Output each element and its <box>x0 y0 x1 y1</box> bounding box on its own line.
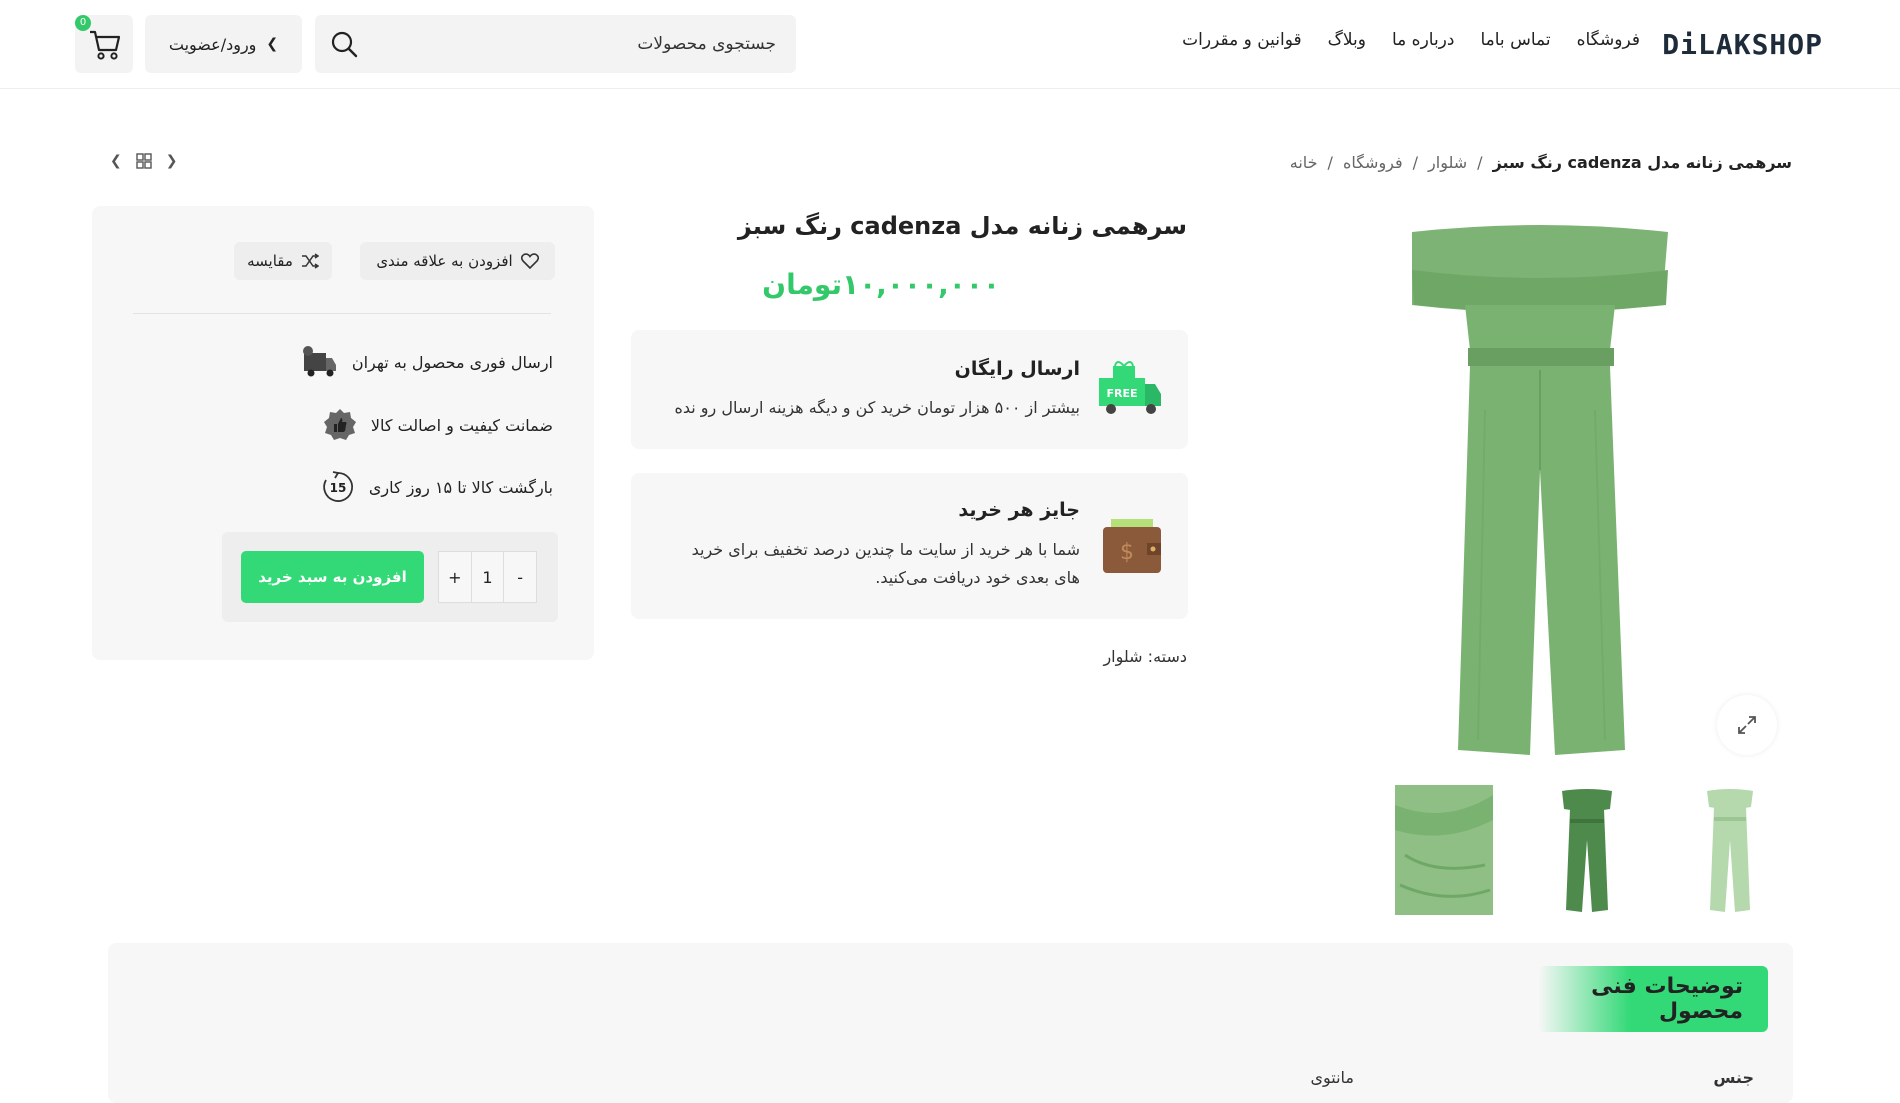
feature-label: ضمانت کیفیت و اصالت کالا <box>370 415 553 435</box>
wishlist-button[interactable]: افزودن به علاقه مندی <box>360 242 555 280</box>
quantity-plus-button[interactable]: + <box>439 552 471 602</box>
breadcrumb-separator: / <box>1412 153 1419 172</box>
purchase-reward-box: $ جایز هر خرید شما با هر خرید از سایت ما… <box>631 473 1188 619</box>
search-input[interactable] <box>396 15 776 73</box>
feature-quality-guarantee: ضمانت کیفیت و اصالت کالا <box>323 408 553 442</box>
chevron-right-icon[interactable]: ❯ <box>166 153 178 169</box>
login-label: ورود/عضویت <box>168 34 257 54</box>
search-box <box>315 15 796 73</box>
purchase-reward-title: جایز هر خرید <box>958 499 1080 521</box>
product-price: ۱۰,۰۰۰,۰۰۰تومان <box>762 268 1000 301</box>
add-to-cart-button[interactable]: افزودن به سبد خرید <box>241 551 424 603</box>
grid-icon[interactable] <box>136 153 152 169</box>
nav-item-shop[interactable]: فروشگاه <box>1577 30 1640 50</box>
spec-row-value: مانتوی <box>1310 1068 1354 1087</box>
purchase-reward-desc-line2: های بعدی خود دریافت می‌کنید. <box>875 568 1080 587</box>
breadcrumb-category[interactable]: شلوار <box>1428 153 1467 172</box>
tab-technical-specs[interactable]: توضیحات فنی محصول <box>1538 966 1768 1032</box>
feature-label: ارسال فوری محصول به تهران <box>351 352 553 372</box>
wishlist-label: افزودن به علاقه مندی <box>376 252 513 270</box>
breadcrumb-home[interactable]: خانه <box>1290 153 1318 172</box>
svg-text:15: 15 <box>330 481 347 495</box>
main-nav: فروشگاه تماس باما درباره ما وبلاگ قوانین… <box>1182 30 1640 50</box>
nav-item-contact[interactable]: تماس باما <box>1480 30 1550 50</box>
compare-button[interactable]: مقایسه <box>234 242 332 280</box>
feature-label: بارگشت کالا تا ۱۵ روز کاری <box>368 477 553 497</box>
thumbnail-fabric[interactable] <box>1395 785 1493 915</box>
search-icon[interactable] <box>330 30 358 58</box>
chevron-left-icon[interactable]: ❮ <box>110 153 122 169</box>
product-title: سرهمی زنانه مدل cadenza رنگ سبز <box>737 212 1187 240</box>
cart-icon <box>90 30 121 60</box>
expand-icon <box>1738 716 1756 734</box>
breadcrumb-current: سرهمی زنانه مدل cadenza رنگ سبز <box>1492 153 1792 172</box>
nav-item-blog[interactable]: وبلاگ <box>1328 30 1366 50</box>
quantity-minus-button[interactable]: - <box>503 552 536 602</box>
product-thumbnails <box>1395 785 1779 915</box>
nav-item-rules[interactable]: قوانین و مقررات <box>1182 30 1301 50</box>
site-logo[interactable]: DiLAKSHOP <box>1662 28 1823 61</box>
quality-badge-icon <box>323 409 356 440</box>
breadcrumb-separator: / <box>1327 153 1333 172</box>
breadcrumb-shop[interactable]: فروشگاه <box>1343 153 1403 172</box>
quantity-stepper: + 1 - <box>438 551 537 603</box>
chevron-left-icon: ❯ <box>266 36 279 52</box>
product-category: دسته: شلوار <box>1103 647 1187 666</box>
wallet-icon: $ <box>1103 519 1161 573</box>
product-navigation: ❮ ❯ <box>110 153 177 169</box>
feature-fast-delivery: ارسال فوری محصول به تهران <box>302 345 553 379</box>
heart-icon <box>520 253 539 269</box>
purchase-reward-desc-line1: شما با هر خرید از سایت ما چندین درصد تخف… <box>691 540 1080 559</box>
nav-item-about[interactable]: درباره ما <box>1392 30 1455 50</box>
category-link[interactable]: شلوار <box>1103 647 1142 666</box>
breadcrumb-separator: / <box>1477 153 1483 172</box>
panel-divider <box>133 313 551 314</box>
zoom-button[interactable] <box>1717 695 1777 755</box>
cart-count-badge: 0 <box>75 15 91 31</box>
thumbnail-dark-green[interactable] <box>1538 785 1636 915</box>
return-15-icon: 15 <box>323 471 353 502</box>
free-shipping-truck-icon: FREE <box>1099 361 1161 414</box>
cart-button[interactable]: 0 <box>75 15 133 73</box>
compare-shuffle-icon <box>301 253 319 269</box>
site-header: DiLAKSHOP فروشگاه تماس باما درباره ما وب… <box>0 0 1900 89</box>
svg-text:$: $ <box>1120 540 1134 565</box>
free-shipping-desc: بیشتر از ۵۰۰ هزار تومان خرید کن و دیگه ه… <box>674 398 1080 417</box>
breadcrumb: خانه / فروشگاه / شلوار / سرهمی زنانه مدل… <box>1290 153 1792 172</box>
free-shipping-box: FREE ارسال رایگان بیشتر از ۵۰۰ هزار توما… <box>631 330 1188 449</box>
login-button[interactable]: ❯ ورود/عضویت <box>145 15 302 73</box>
product-main-image[interactable] <box>1370 210 1710 770</box>
feature-return-policy: 15 بارگشت کالا تا ۱۵ روز کاری <box>321 470 553 504</box>
compare-label: مقایسه <box>247 252 293 270</box>
spec-row-label: جنس <box>1713 1068 1754 1087</box>
thumbnail-light-green[interactable] <box>1681 785 1779 915</box>
free-shipping-title: ارسال رایگان <box>954 358 1080 380</box>
delivery-truck-icon <box>302 346 336 377</box>
svg-text:FREE: FREE <box>1106 387 1137 400</box>
category-label: دسته: <box>1147 647 1187 666</box>
quantity-input[interactable]: 1 <box>470 552 504 602</box>
